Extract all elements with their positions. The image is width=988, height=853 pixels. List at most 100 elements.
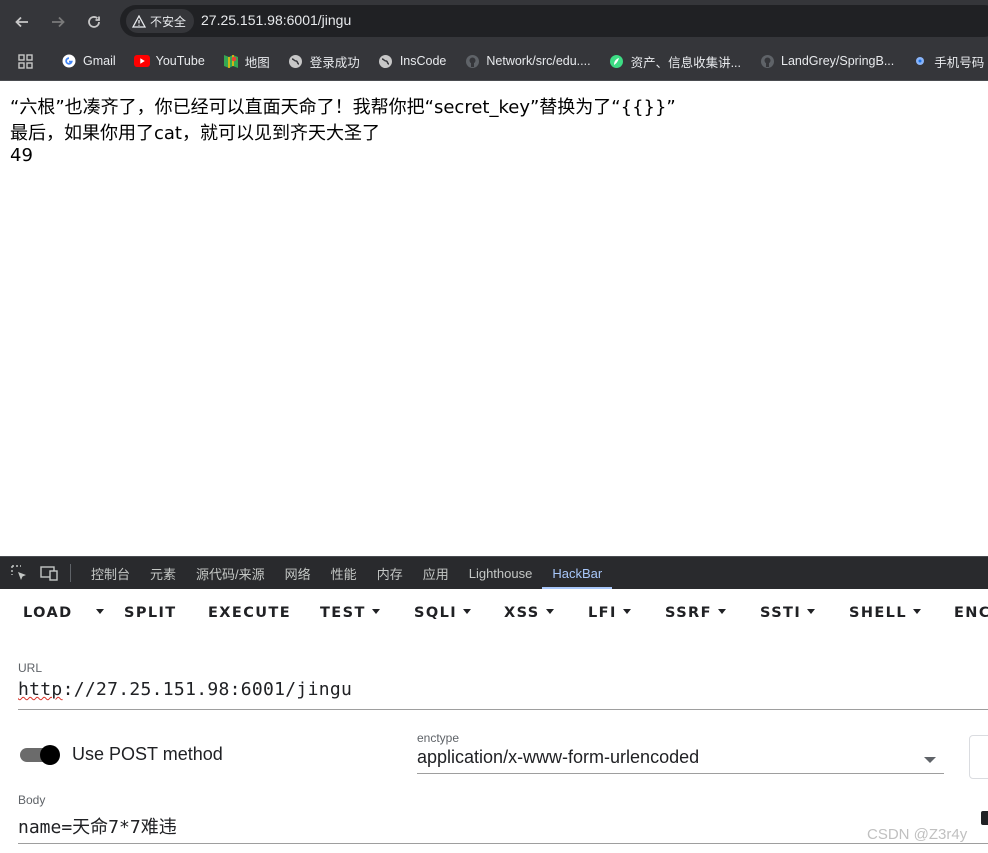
reload-button[interactable]: [83, 11, 105, 33]
bookmark-label: 资产、信息收集讲...: [630, 55, 741, 70]
ssrf-label: SSRF: [665, 605, 712, 621]
reload-icon: [88, 16, 100, 28]
forward-button[interactable]: [47, 11, 69, 33]
caret-down-icon: [545, 608, 554, 614]
bookmark-gmail[interactable]: Gmail: [61, 53, 116, 69]
lfi-label: LFI: [588, 605, 617, 621]
tab-network[interactable]: 网络: [275, 557, 321, 589]
split-button[interactable]: SPLIT: [124, 605, 177, 621]
load-button[interactable]: LOAD: [23, 605, 73, 621]
inspect-element-icon[interactable]: [10, 564, 28, 582]
test-label: TEST: [320, 605, 366, 621]
enc-menu-button[interactable]: ENC: [954, 605, 988, 621]
arrow-right-icon: [52, 16, 65, 28]
arrow-left-icon: [15, 16, 28, 28]
body-field-label: Body: [18, 793, 46, 807]
devtools-separator: [70, 564, 71, 582]
side-panel-card[interactable]: [969, 735, 988, 779]
bookmark-youtube[interactable]: YouTube: [133, 53, 205, 69]
post-method-toggle[interactable]: [20, 745, 62, 765]
youtube-icon: [133, 53, 150, 69]
message-line-1: “六根”也凑齐了，你已经可以直面天命了！我帮你把“secret_key”替换为了…: [10, 97, 676, 118]
lfi-menu-button[interactable]: LFI: [588, 605, 631, 621]
bookmark-label: Gmail: [83, 54, 116, 68]
xss-menu-button[interactable]: XSS: [504, 605, 554, 621]
address-text[interactable]: 27.25.151.98:6001/jingu: [201, 12, 351, 28]
toggle-knob: [40, 745, 60, 765]
bookmark-label: 登录成功: [309, 55, 360, 70]
security-chip[interactable]: 不安全: [126, 9, 195, 33]
enctype-select[interactable]: application/x-www-form-urlencoded: [417, 747, 944, 774]
shell-label: SHELL: [849, 605, 907, 621]
ssti-menu-button[interactable]: SSTI: [760, 605, 816, 621]
bookmark-login[interactable]: 登录成功: [288, 52, 360, 71]
devtools-tabbar: 控制台 元素 源代码/来源 网络 性能 内存 应用 Lighthouse Hac…: [0, 556, 988, 589]
device-toolbar-icon[interactable]: [40, 565, 58, 581]
body-checkbox[interactable]: [981, 811, 988, 825]
bookmark-label: Network/src/edu....: [486, 54, 591, 68]
message-line-2: 最后，如果你用了cat，就可以见到齐天大圣了: [10, 123, 380, 144]
body-input[interactable]: name=天命7*7难违: [18, 813, 988, 844]
dropdown-arrow-icon: [924, 757, 936, 763]
hackbar-panel: LOAD SPLIT EXECUTE TEST SQLI XSS LFI SSR…: [0, 589, 988, 853]
security-label: 不安全: [150, 14, 187, 29]
bookmark-label: LandGrey/SpringB...: [781, 54, 895, 68]
browser-toolbar: 不安全 27.25.151.98:6001/jingu: [0, 0, 988, 42]
sqli-label: SQLI: [414, 605, 458, 621]
url-scheme: http: [18, 679, 63, 700]
maps-icon: [223, 53, 239, 69]
back-button[interactable]: [11, 11, 33, 33]
leaf-icon: [609, 53, 625, 69]
apps-grid-icon[interactable]: [18, 53, 33, 69]
caret-down-icon: [807, 608, 816, 614]
tab-hackbar[interactable]: HackBar: [542, 557, 613, 589]
tab-sources[interactable]: 源代码/来源: [186, 557, 275, 589]
hackbar-toolbar: LOAD SPLIT EXECUTE TEST SQLI XSS LFI SSR…: [0, 589, 988, 641]
bookmark-label: 地图: [244, 55, 270, 70]
bookmark-network[interactable]: Network/src/edu....: [464, 53, 591, 69]
address-bar[interactable]: 不安全 27.25.151.98:6001/jingu: [120, 5, 988, 37]
bookmark-landgrey[interactable]: LandGrey/SpringB...: [759, 53, 894, 69]
google-icon: [61, 53, 77, 69]
bookmark-inscode[interactable]: InsCode: [378, 53, 447, 69]
caret-down-icon: [622, 608, 631, 614]
execute-button[interactable]: EXECUTE: [208, 605, 291, 621]
globe-icon: [288, 53, 304, 69]
tab-console[interactable]: 控制台: [81, 557, 140, 589]
shell-menu-button[interactable]: SHELL: [849, 605, 921, 621]
url-rest: ://27.25.151.98:6001/jingu: [62, 679, 353, 700]
tab-performance[interactable]: 性能: [321, 557, 367, 589]
bookmark-label: 手机号码: [934, 55, 985, 70]
github-icon: [759, 53, 775, 69]
caret-down-icon: [463, 608, 472, 614]
tab-elements[interactable]: 元素: [140, 557, 186, 589]
enctype-value: application/x-www-form-urlencoded: [417, 747, 700, 767]
url-field-label: URL: [18, 661, 43, 675]
load-dropdown-button[interactable]: [90, 605, 104, 621]
caret-down-icon: [912, 608, 921, 614]
caret-down-icon: [371, 608, 380, 614]
post-method-label: Use POST method: [72, 744, 223, 764]
caret-down-icon: [96, 608, 104, 614]
tab-application[interactable]: 应用: [413, 557, 459, 589]
url-input[interactable]: http://27.25.151.98:6001/jingu: [18, 679, 988, 710]
warning-icon: [132, 14, 146, 28]
bookmark-label: YouTube: [155, 54, 205, 68]
bookmark-assets[interactable]: 资产、信息收集讲...: [609, 52, 741, 71]
caret-down-icon: [717, 608, 726, 614]
bookmarks-bar: Gmail YouTube 地图 登录成功 InsCode Network/sr…: [0, 42, 988, 81]
tab-memory[interactable]: 内存: [367, 557, 413, 589]
bookmark-phone[interactable]: 手机号码: [912, 52, 984, 71]
watermark: CSDN @Z3r4y: [867, 826, 968, 843]
page-content: “六根”也凑齐了，你已经可以直面天命了！我帮你把“secret_key”替换为了…: [0, 81, 988, 556]
ssrf-menu-button[interactable]: SSRF: [665, 605, 726, 621]
tab-lighthouse[interactable]: Lighthouse: [459, 557, 543, 589]
xss-label: XSS: [504, 605, 540, 621]
bookmark-label: InsCode: [399, 54, 447, 68]
sqli-menu-button[interactable]: SQLI: [414, 605, 472, 621]
ssti-label: SSTI: [760, 605, 802, 621]
bookmark-maps[interactable]: 地图: [223, 52, 270, 71]
globe-icon: [378, 53, 394, 69]
dot-icon: [912, 53, 928, 69]
test-menu-button[interactable]: TEST: [320, 605, 380, 621]
